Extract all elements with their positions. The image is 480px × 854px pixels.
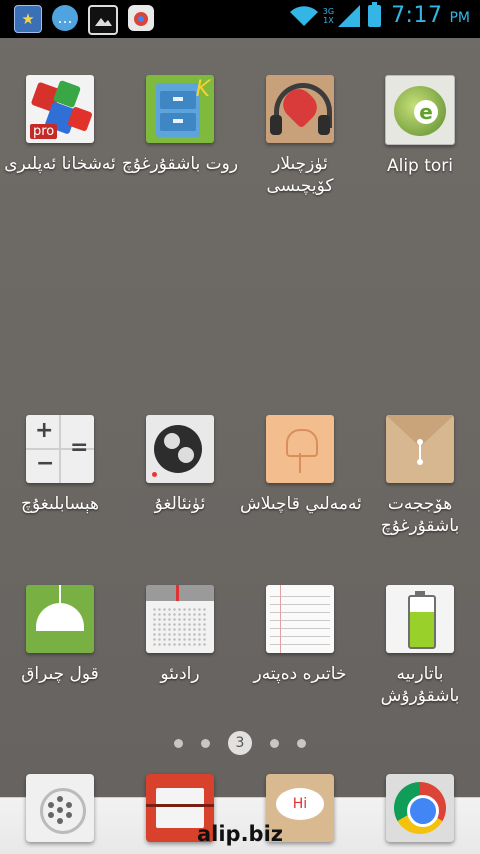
clock-ampm: PM	[449, 9, 470, 26]
app-label: ئۈنئالغۇ	[154, 494, 206, 514]
app-label: ھۆججەت باشقۇرغۇچ	[380, 494, 460, 536]
calculator-icon: + = −	[26, 415, 94, 483]
store-notification-icon	[128, 5, 154, 31]
app-file-manager[interactable]: ھۆججەت باشقۇرغۇچ	[360, 415, 480, 537]
page-dot[interactable]	[174, 738, 183, 748]
app-flashlight[interactable]: قول چىراق	[0, 585, 120, 685]
alip-tori-icon: e	[385, 75, 455, 145]
app-tile-installer[interactable]: ئەمەلىي قاچىلاش	[240, 415, 362, 515]
app-sound-recorder[interactable]: ئۈنئالغۇ	[120, 415, 240, 515]
image-notification-icon	[88, 5, 118, 35]
app-office-suite[interactable]: pro ئەشخانا ئەپلىرى	[0, 75, 120, 175]
root-explorer-icon: K	[146, 75, 214, 143]
battery-manager-icon	[386, 585, 454, 653]
file-manager-icon	[386, 415, 454, 483]
network-type: 3G 1X	[322, 6, 335, 25]
sound-recorder-icon	[146, 415, 214, 483]
star-notification-icon: ★	[14, 5, 42, 33]
flashlight-icon	[26, 585, 94, 653]
app-music-player[interactable]: ئۈزچىلار كۆيچىسى	[240, 75, 360, 197]
radio-icon	[146, 585, 214, 653]
app-label: رادىئو	[160, 664, 200, 684]
clock-time: 7:17	[391, 3, 443, 28]
app-label: خاتىرە دەپتەر	[253, 664, 347, 684]
app-battery-manager[interactable]: باتارىيە باشقۇرۇش	[360, 585, 480, 707]
app-radio[interactable]: رادىئو	[120, 585, 240, 685]
page-dot[interactable]	[270, 738, 279, 748]
app-alip-tori[interactable]: e Alip tori	[360, 75, 480, 177]
app-label: قول چىراق	[21, 664, 99, 684]
app-label: ئۈزچىلار كۆيچىسى	[266, 154, 334, 196]
app-label: ئەشخانا ئەپلىرى	[4, 154, 116, 174]
status-indicators: 3G 1X 7:17 PM	[289, 1, 470, 28]
page-dot[interactable]	[297, 738, 306, 748]
watermark: alip.biz	[196, 822, 284, 846]
page-dot-current[interactable]: 3	[228, 731, 252, 755]
page-dot[interactable]	[201, 738, 210, 748]
notification-icons: ★ …	[14, 5, 154, 35]
battery-icon	[368, 1, 382, 27]
wifi-icon	[289, 5, 318, 26]
app-calculator[interactable]: + = − ھېسابلىغۇچ	[0, 415, 120, 515]
app-label: روت باشقۇرغۇچ	[121, 154, 239, 174]
app-label: باتارىيە باشقۇرۇش	[380, 664, 460, 706]
page-indicator[interactable]: 3	[0, 730, 480, 756]
notepad-icon	[266, 585, 334, 653]
signal-icon	[338, 4, 361, 27]
music-player-icon	[266, 75, 334, 143]
app-label: ئەمەلىي قاچىلاش	[240, 494, 362, 514]
chat-notification-icon: …	[52, 5, 78, 31]
office-suite-pro-icon: pro	[26, 75, 94, 143]
app-root-explorer[interactable]: K روت باشقۇرغۇچ	[120, 75, 240, 175]
status-bar[interactable]: ★ … 3G 1X 7:17 PM	[0, 0, 480, 38]
app-label: ھېسابلىغۇچ	[21, 494, 99, 514]
app-label: Alip tori	[386, 156, 454, 176]
tile-installer-icon	[266, 415, 334, 483]
app-notepad[interactable]: خاتىرە دەپتەر	[240, 585, 360, 685]
